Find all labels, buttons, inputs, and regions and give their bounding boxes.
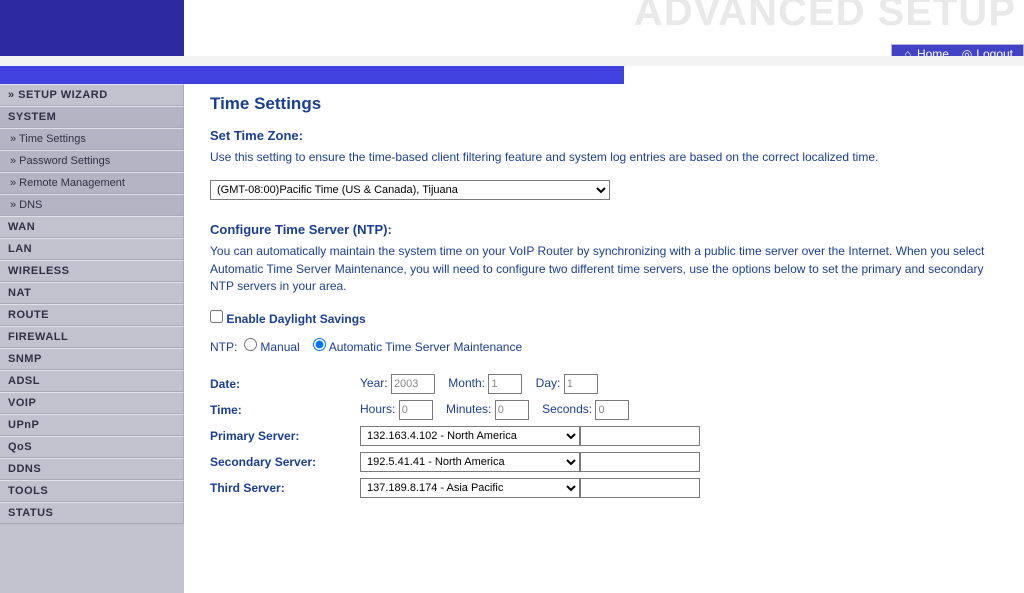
- ntp-heading: Configure Time Server (NTP):: [210, 222, 998, 237]
- dst-label: Enable Daylight Savings: [226, 312, 365, 326]
- main-area[interactable]: Time Settings Set Time Zone: Use this se…: [184, 66, 1024, 593]
- hours-label: Hours:: [360, 402, 395, 416]
- banner-logo-block: [0, 0, 184, 56]
- secondary-server-select[interactable]: 192.5.41.41 - North America: [360, 452, 580, 472]
- timezone-select[interactable]: (GMT-08:00)Pacific Time (US & Canada), T…: [210, 180, 610, 200]
- fields-table: Date: Year: Month: Day: Time:: [210, 368, 710, 504]
- tz-description: Use this setting to ensure the time-base…: [210, 149, 998, 166]
- nav-list: » SETUP WIZARD SYSTEM » Time Settings » …: [0, 84, 184, 524]
- time-row: Time: Hours: Minutes: Seconds:: [210, 400, 710, 420]
- ntp-manual-label: Manual: [260, 340, 299, 354]
- nav-time-settings[interactable]: » Time Settings: [0, 128, 184, 150]
- primary-server-row: Primary Server: 132.163.4.102 - North Am…: [210, 426, 710, 446]
- third-server-row: Third Server: 137.189.8.174 - Asia Pacif…: [210, 478, 710, 498]
- seconds-label: Seconds:: [542, 402, 592, 416]
- nav-wan[interactable]: WAN: [0, 216, 184, 238]
- nav-password-settings[interactable]: » Password Settings: [0, 150, 184, 172]
- banner-separator: [0, 56, 1024, 66]
- ntp-auto-radio[interactable]: [313, 338, 326, 351]
- primary-server-extra-input[interactable]: [580, 426, 700, 446]
- nav-lan[interactable]: LAN: [0, 238, 184, 260]
- page-title: Time Settings: [210, 94, 998, 114]
- nav-snmp[interactable]: SNMP: [0, 348, 184, 370]
- nav-tools[interactable]: TOOLS: [0, 480, 184, 502]
- primary-server-label: Primary Server:: [210, 426, 360, 446]
- nav-upnp[interactable]: UPnP: [0, 414, 184, 436]
- seconds-input[interactable]: [595, 400, 629, 420]
- secondary-server-extra-input[interactable]: [580, 452, 700, 472]
- ntp-manual-radio[interactable]: [244, 338, 257, 351]
- banner-title: ADVANCED SETUP: [634, 0, 1016, 35]
- nav-ddns[interactable]: DDNS: [0, 458, 184, 480]
- primary-server-select[interactable]: 132.163.4.102 - North America: [360, 426, 580, 446]
- dst-checkbox[interactable]: [210, 310, 223, 323]
- sidebar: » SETUP WIZARD SYSTEM » Time Settings » …: [0, 66, 184, 593]
- hours-input[interactable]: [399, 400, 433, 420]
- nav-system[interactable]: SYSTEM: [0, 106, 184, 128]
- secondary-server-row: Secondary Server: 192.5.41.41 - North Am…: [210, 452, 710, 472]
- nav-voip[interactable]: VOIP: [0, 392, 184, 414]
- day-input[interactable]: [564, 374, 598, 394]
- year-label: Year:: [360, 376, 388, 390]
- day-label: Day:: [536, 376, 561, 390]
- nav-dns[interactable]: » DNS: [0, 194, 184, 216]
- third-server-label: Third Server:: [210, 478, 360, 498]
- minutes-label: Minutes:: [446, 402, 491, 416]
- content: Time Settings Set Time Zone: Use this se…: [184, 84, 1024, 544]
- nav-route[interactable]: ROUTE: [0, 304, 184, 326]
- third-server-extra-input[interactable]: [580, 478, 700, 498]
- main-bluebar: [184, 66, 624, 84]
- ntp-label: NTP:: [210, 340, 237, 354]
- month-label: Month:: [448, 376, 485, 390]
- nav-qos[interactable]: QoS: [0, 436, 184, 458]
- banner: ADVANCED SETUP ⌂ Home ◎ Logout: [0, 0, 1024, 66]
- ntp-auto-label: Automatic Time Server Maintenance: [329, 340, 522, 354]
- nav-adsl[interactable]: ADSL: [0, 370, 184, 392]
- month-input[interactable]: [488, 374, 522, 394]
- nav-firewall[interactable]: FIREWALL: [0, 326, 184, 348]
- nav-remote-management[interactable]: » Remote Management: [0, 172, 184, 194]
- minutes-input[interactable]: [495, 400, 529, 420]
- tz-heading: Set Time Zone:: [210, 128, 998, 143]
- date-row: Date: Year: Month: Day:: [210, 374, 710, 394]
- nav-nat[interactable]: NAT: [0, 282, 184, 304]
- date-label: Date:: [210, 374, 360, 394]
- third-server-select[interactable]: 137.189.8.174 - Asia Pacific: [360, 478, 580, 498]
- time-label: Time:: [210, 400, 360, 420]
- nav-status[interactable]: STATUS: [0, 502, 184, 524]
- secondary-server-label: Secondary Server:: [210, 452, 360, 472]
- ntp-description: You can automatically maintain the syste…: [210, 243, 998, 295]
- nav-setup-wizard[interactable]: » SETUP WIZARD: [0, 84, 184, 106]
- nav-wireless[interactable]: WIRELESS: [0, 260, 184, 282]
- year-input[interactable]: [391, 374, 435, 394]
- sidebar-bluebar: [0, 66, 184, 84]
